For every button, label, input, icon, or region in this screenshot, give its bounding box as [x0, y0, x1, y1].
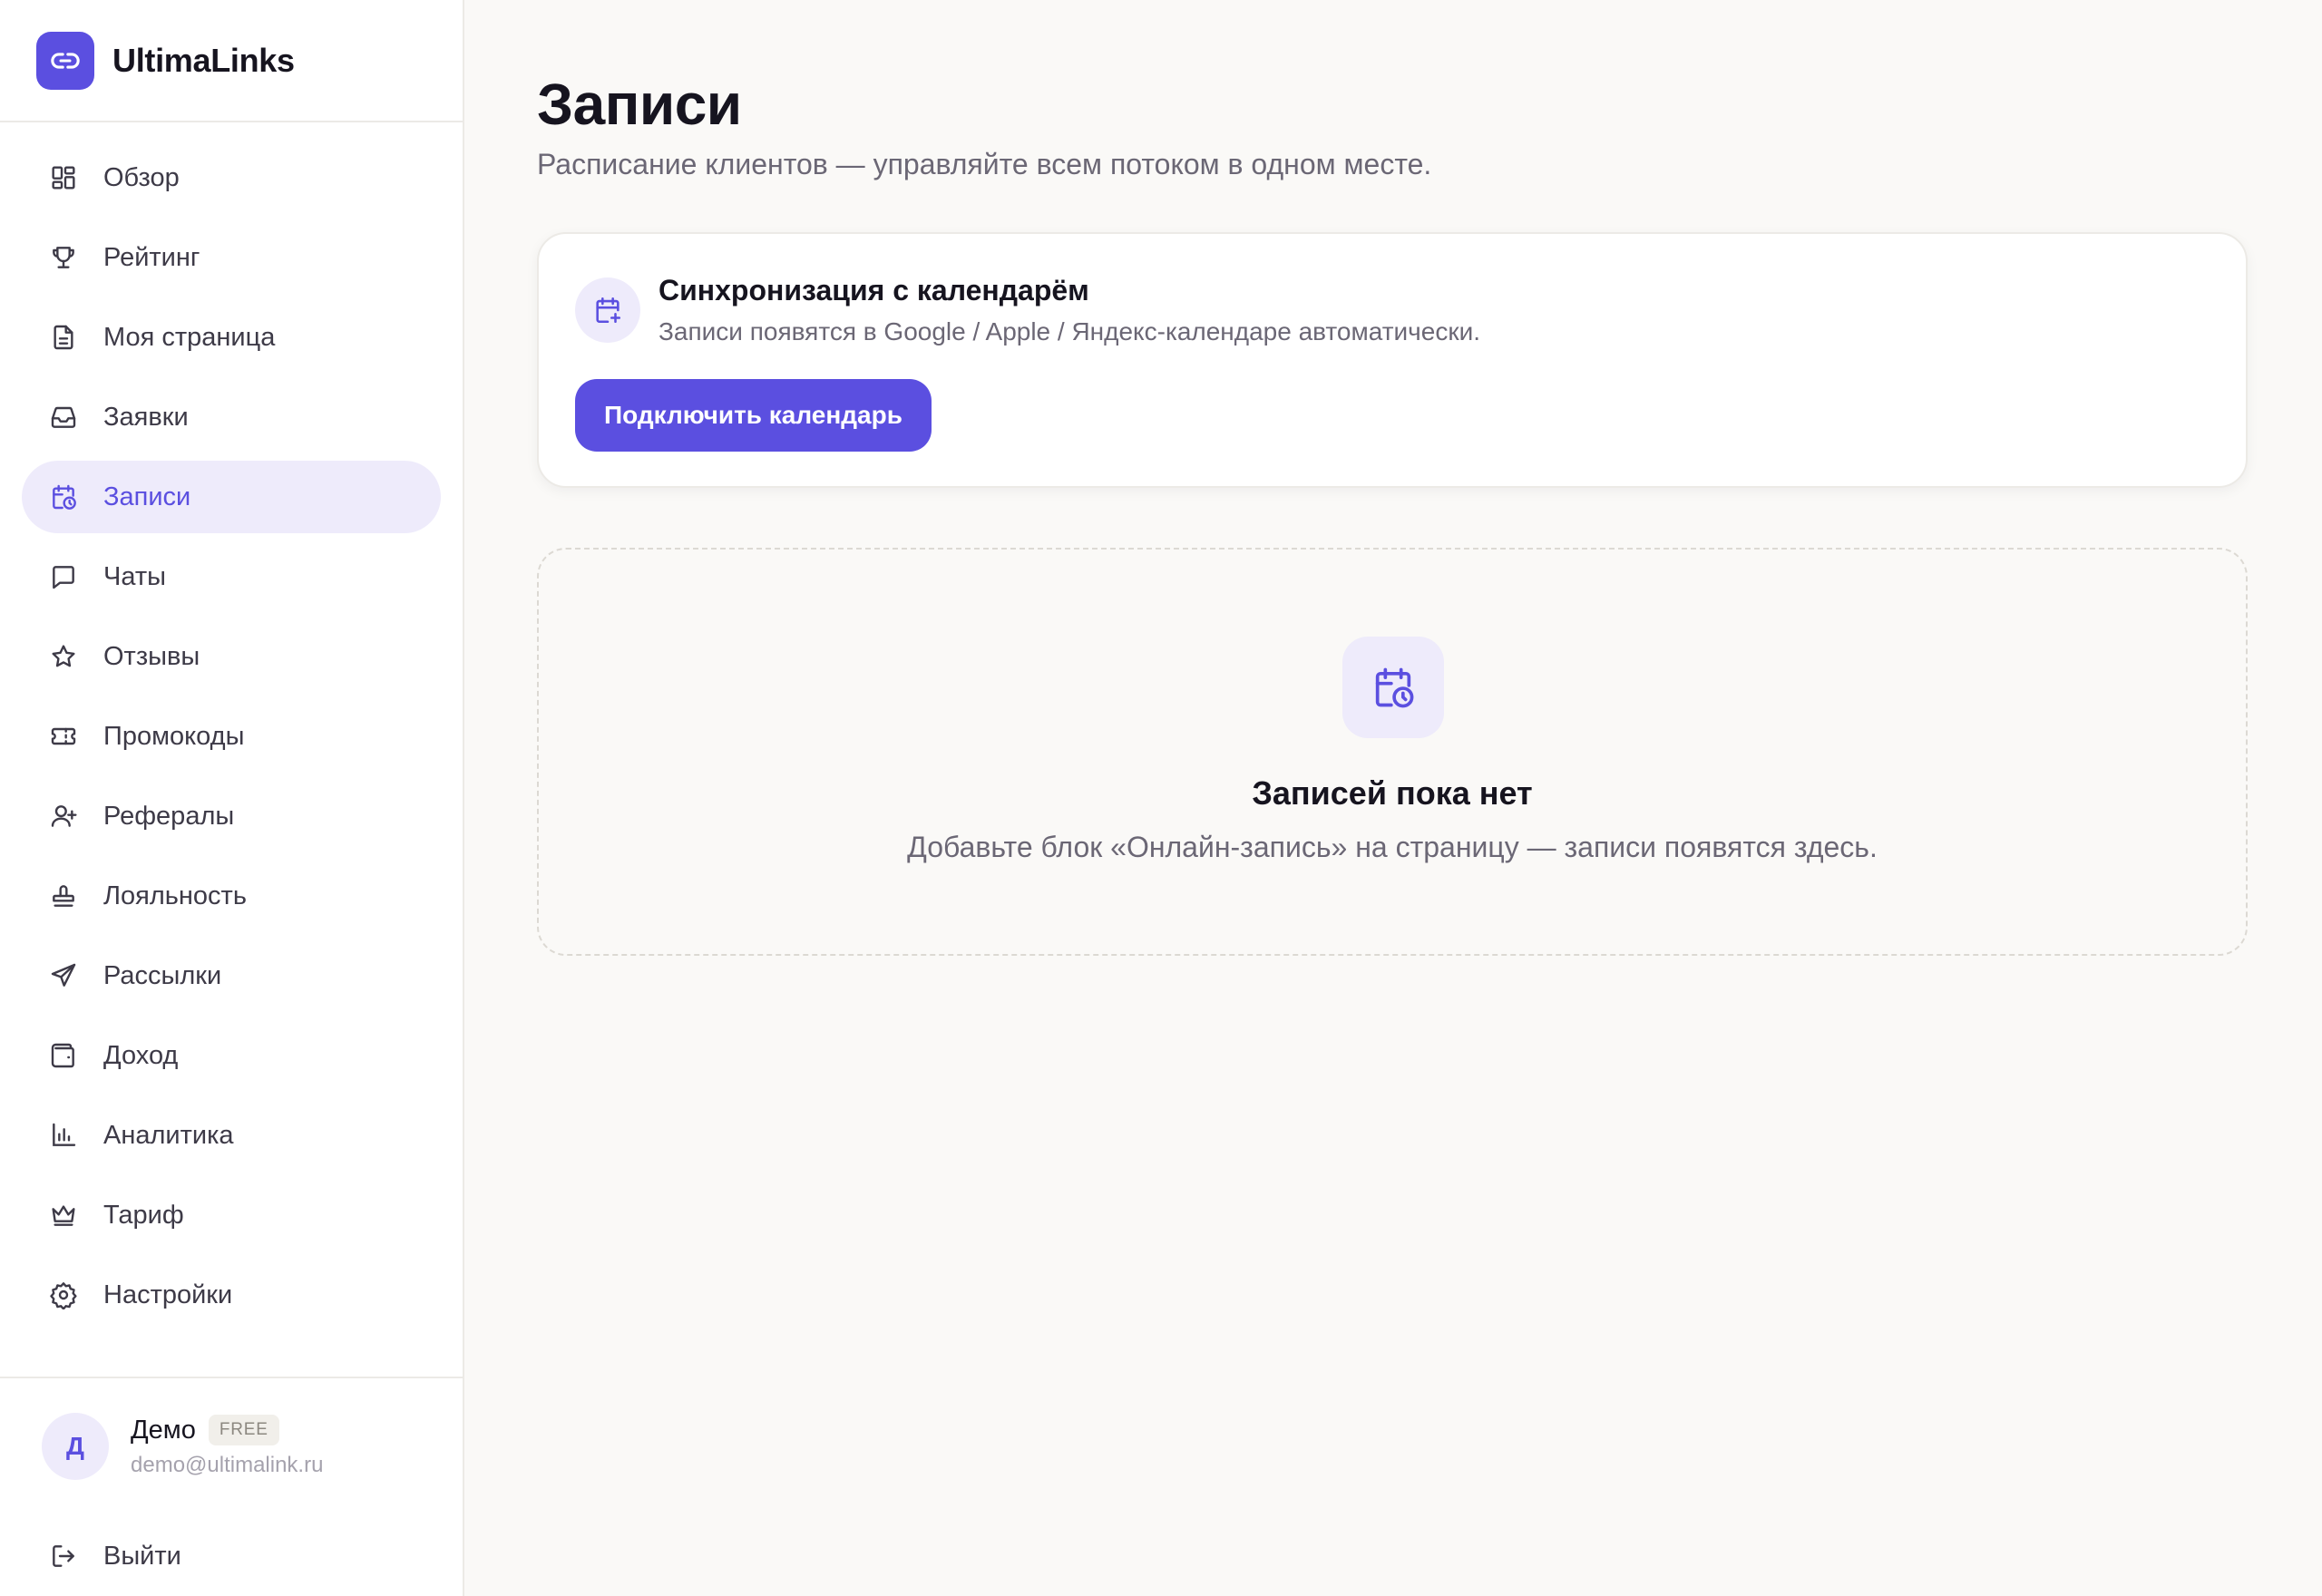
star-icon: [47, 640, 80, 673]
logout-button[interactable]: Выйти: [22, 1522, 441, 1591]
wallet-icon: [47, 1039, 80, 1072]
sidebar-item-label: Записи: [103, 482, 191, 511]
sidebar-item-requests[interactable]: Заявки: [22, 381, 441, 453]
sidebar-item-label: Рефералы: [103, 801, 235, 831]
sidebar-item-label: Тариф: [103, 1200, 184, 1230]
user-profile[interactable]: Д Демо FREE demo@ultimalink.ru: [0, 1413, 463, 1480]
avatar: Д: [42, 1413, 109, 1480]
sidebar-item-label: Лояльность: [103, 881, 247, 910]
user-name-line: Демо FREE: [131, 1415, 323, 1445]
sidebar-item-analytics[interactable]: Аналитика: [22, 1099, 441, 1172]
sidebar-item-label: Рейтинг: [103, 242, 200, 272]
sidebar-item-label: Отзывы: [103, 641, 200, 671]
crown-icon: [47, 1199, 80, 1231]
sidebar-item-label: Обзор: [103, 162, 180, 192]
logout-label: Выйти: [103, 1541, 181, 1571]
plan-badge: FREE: [208, 1415, 279, 1445]
sidebar-item-label: Доход: [103, 1040, 179, 1070]
calendar-plus-icon: [575, 277, 640, 343]
empty-state-title: Записей пока нет: [1252, 774, 1533, 812]
calendar-clock-icon: [1342, 637, 1444, 738]
sidebar-item-settings[interactable]: Настройки: [22, 1259, 441, 1331]
chat-bubble-icon: [47, 560, 80, 593]
sidebar: UltimaLinks Обзор Рейтинг Моя страница З…: [0, 0, 464, 1596]
sidebar-item-rating[interactable]: Рейтинг: [22, 221, 441, 294]
inbox-icon: [47, 401, 80, 433]
sidebar-item-label: Промокоды: [103, 721, 245, 751]
empty-state-description: Добавьте блок «Онлайн-запись» на страниц…: [907, 831, 1878, 863]
send-icon: [47, 959, 80, 992]
sidebar-item-tariff[interactable]: Тариф: [22, 1179, 441, 1251]
sidebar-item-promocodes[interactable]: Промокоды: [22, 700, 441, 773]
user-name: Демо: [131, 1415, 196, 1445]
dashboard-grid-icon: [47, 161, 80, 194]
sidebar-item-income[interactable]: Доход: [22, 1019, 441, 1092]
sidebar-item-label: Настройки: [103, 1280, 233, 1309]
sidebar-nav: Обзор Рейтинг Моя страница Заявки Записи…: [22, 141, 441, 1338]
main-content: Записи Расписание клиентов — управляйте …: [464, 0, 2322, 1596]
sidebar-item-mailings[interactable]: Рассылки: [22, 939, 441, 1012]
app-name: UltimaLinks: [112, 41, 295, 79]
user-info: Демо FREE demo@ultimalink.ru: [131, 1415, 323, 1478]
sidebar-item-referrals[interactable]: Рефералы: [22, 780, 441, 852]
trophy-icon: [47, 241, 80, 274]
sync-title: Синхронизация с календарём: [659, 274, 1089, 307]
sidebar-item-overview[interactable]: Обзор: [22, 141, 441, 214]
sidebar-item-label: Заявки: [103, 402, 189, 432]
sidebar-item-loyalty[interactable]: Лояльность: [22, 860, 441, 932]
bar-chart-icon: [47, 1119, 80, 1152]
brand[interactable]: UltimaLinks: [0, 0, 463, 122]
ticket-icon: [47, 720, 80, 753]
sidebar-item-label: Рассылки: [103, 960, 222, 990]
sidebar-footer: Д Демо FREE demo@ultimalink.ru Выйти: [0, 1377, 463, 1571]
sidebar-item-my-page[interactable]: Моя страница: [22, 301, 441, 374]
logout-icon: [47, 1540, 80, 1572]
page-subtitle: Расписание клиентов — управляйте всем по…: [537, 148, 1432, 180]
sidebar-item-label: Аналитика: [103, 1120, 234, 1150]
gear-icon: [47, 1279, 80, 1311]
sidebar-item-reviews[interactable]: Отзывы: [22, 620, 441, 693]
user-email: demo@ultimalink.ru: [131, 1453, 324, 1477]
link-icon: [36, 31, 94, 90]
empty-state: Записей пока нет Добавьте блок «Онлайн-з…: [537, 548, 2248, 956]
sidebar-item-chats[interactable]: Чаты: [22, 540, 441, 613]
stamp-icon: [47, 880, 80, 912]
sidebar-item-label: Чаты: [103, 561, 166, 591]
user-plus-icon: [47, 800, 80, 832]
calendar-clock-icon: [47, 481, 80, 513]
page-title: Записи: [537, 72, 742, 137]
sync-description: Записи появятся в Google / Apple / Яндек…: [659, 317, 1481, 345]
document-icon: [47, 321, 80, 354]
calendar-sync-card: Синхронизация с календарём Записи появят…: [537, 232, 2248, 488]
connect-calendar-button[interactable]: Подключить календарь: [575, 379, 932, 452]
sidebar-item-bookings[interactable]: Записи: [22, 461, 441, 533]
sidebar-item-label: Моя страница: [103, 322, 276, 352]
